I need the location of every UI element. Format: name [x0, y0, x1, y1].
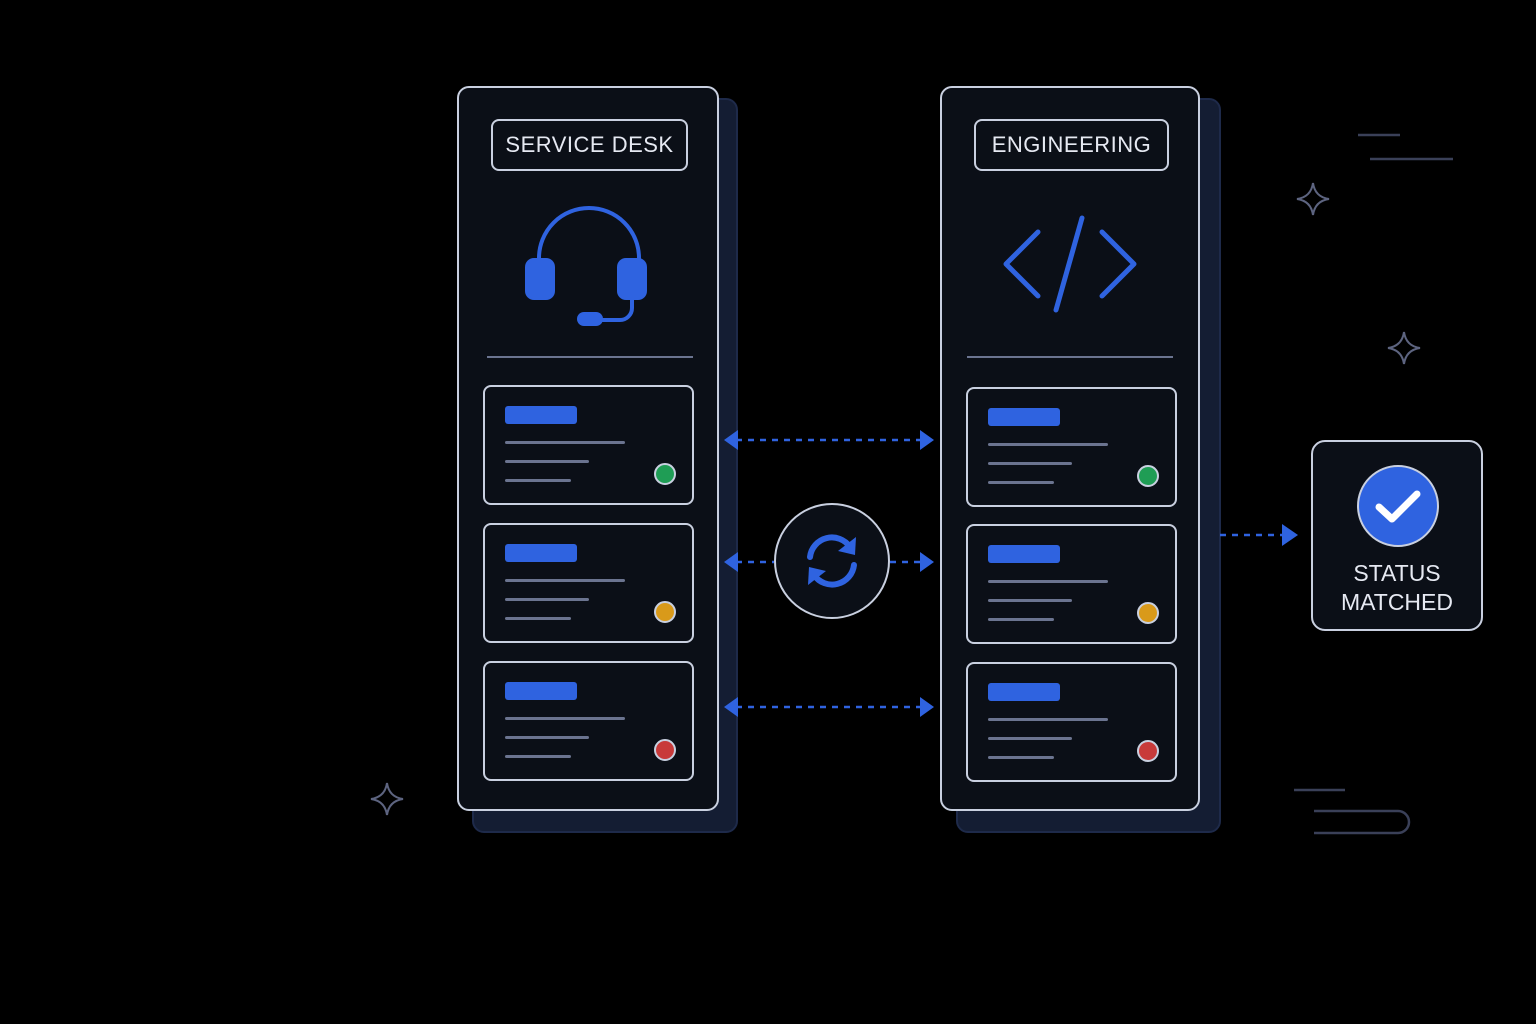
decorative-lines-bottom — [1294, 788, 1411, 835]
check-circle-icon — [1357, 465, 1439, 547]
sync-arrow-row-3 — [724, 697, 934, 717]
ticket-line — [988, 481, 1054, 484]
sparkle-icon — [1387, 331, 1421, 365]
ticket-line — [505, 579, 625, 582]
status-arrow — [1220, 524, 1298, 546]
ticket-tag — [988, 408, 1060, 426]
ticket-tag — [505, 544, 577, 562]
sparkle-icon — [370, 782, 404, 816]
sync-icon — [807, 534, 857, 588]
ticket-tag — [988, 683, 1060, 701]
sync-button[interactable] — [774, 503, 890, 619]
ticket-line — [505, 617, 571, 620]
ticket-line — [505, 717, 625, 720]
engineering-ticket-card[interactable] — [966, 524, 1177, 644]
ticket-line — [988, 443, 1108, 446]
status-label-line-2: MATCHED — [1340, 589, 1453, 615]
decorative-lines-top — [1358, 133, 1453, 161]
ticket-line — [988, 580, 1108, 583]
ticket-line — [988, 599, 1072, 602]
ticket-line — [988, 618, 1054, 621]
ticket-line — [505, 441, 625, 444]
service-desk-panel: SERVICE DESK — [457, 86, 719, 811]
connector-layer — [370, 133, 1453, 835]
ticket-tag — [505, 682, 577, 700]
sync-arrow-row-1 — [724, 430, 934, 450]
ticket-line — [988, 756, 1054, 759]
engineering-ticket-card[interactable] — [966, 662, 1177, 782]
service-desk-ticket-card[interactable] — [483, 523, 694, 643]
ticket-line — [988, 737, 1072, 740]
engineering-ticket-card[interactable] — [966, 387, 1177, 507]
ticket-line — [988, 718, 1108, 721]
engineering-panel: ENGINEERING — [940, 86, 1200, 811]
ticket-line — [505, 479, 571, 482]
ticket-tag — [505, 406, 577, 424]
status-matched-card: STATUS MATCHED — [1311, 440, 1483, 631]
ticket-status-dot-red — [1137, 740, 1159, 762]
sync-diagram: SERVICE DESK ENGINEERING STATUS MATCHED — [0, 0, 1536, 1024]
ticket-status-dot-amber — [1137, 602, 1159, 624]
status-label-line-1: STATUS — [1353, 560, 1441, 586]
ticket-line — [505, 460, 589, 463]
ticket-tag — [988, 545, 1060, 563]
service-desk-ticket-card[interactable] — [483, 661, 694, 781]
headset-icon — [525, 206, 647, 326]
ticket-status-dot-green — [654, 463, 676, 485]
ticket-status-dot-green — [1137, 465, 1159, 487]
ticket-line — [505, 736, 589, 739]
ticket-line — [505, 598, 589, 601]
service-desk-title: SERVICE DESK — [491, 119, 688, 171]
sparkle-icon — [1296, 182, 1330, 216]
ticket-line — [505, 755, 571, 758]
ticket-line — [988, 462, 1072, 465]
ticket-status-dot-amber — [654, 601, 676, 623]
code-icon — [1003, 215, 1137, 313]
engineering-divider — [967, 356, 1173, 358]
service-desk-ticket-card[interactable] — [483, 385, 694, 505]
service-desk-divider — [487, 356, 693, 358]
engineering-title: ENGINEERING — [974, 119, 1169, 171]
ticket-status-dot-red — [654, 739, 676, 761]
